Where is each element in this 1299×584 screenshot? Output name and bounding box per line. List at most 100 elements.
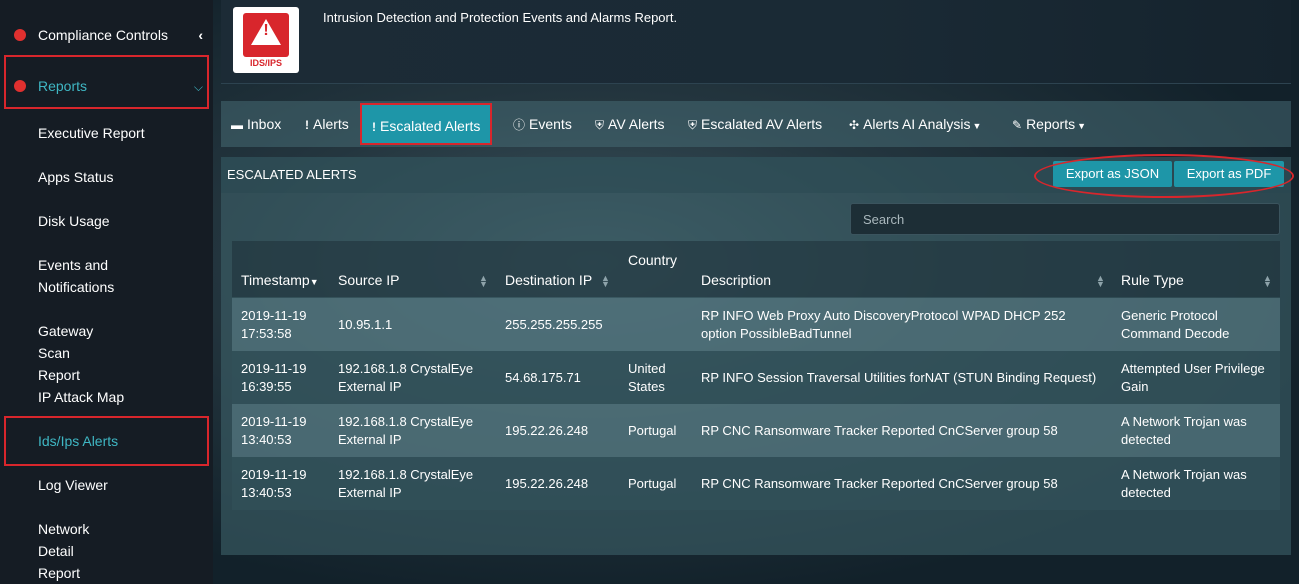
table-header: Timestamp▼ Source IP ▲ ▼ Destination IP ▲… [232,241,1280,297]
tab-av-alerts[interactable]: ⛨ AV Alerts [595,101,665,147]
cell-destination-ip: 195.22.26.248 [505,422,589,438]
sidebar-item-reports[interactable]: Reports ⌵ [0,75,213,97]
tab-inbox[interactable]: ▬ Inbox [231,101,281,147]
sidebar-item-label: Reports [38,78,88,94]
cell-rule-type: Attempted User Privilege Gain [1121,360,1265,394]
sort-icon: ▲ ▼ [1263,273,1272,289]
sidebar-item-events-notifications[interactable]: Events and Notifications [0,254,150,298]
sidebar-item-compliance-controls[interactable]: Compliance Controls ‹ [0,24,213,46]
report-header: ! IDS/IPS Intrusion Detection and Protec… [221,0,1291,84]
tab-label: Escalated Alerts [380,118,481,134]
sidebar-item-network-detail-report[interactable]: Network Detail Report [0,518,140,584]
sidebar-item-disk-usage[interactable]: Disk Usage [0,210,213,232]
cell-rule-type: A Network Trojan was detected [1121,413,1247,447]
cell-destination-ip: 54.68.175.71 [505,369,581,385]
caret-down-icon: ▼ [972,121,982,131]
cell-country: United States [628,360,666,394]
col-source-ip[interactable]: Source IP [338,271,399,289]
sidebar-item-log-viewer[interactable]: Log Viewer [0,474,213,496]
cell-source-ip: 192.168.1.8 CrystalEye External IP [338,466,474,500]
warning-triangle-icon: ! [243,13,289,57]
cell-timestamp: 2019-11-19 13:40:53 [241,413,307,447]
sidebar-item-label: Executive Report [38,125,145,141]
panel-header: ESCALATED ALERTS Export as JSON Export a… [221,154,1294,198]
ids-ips-logo: ! IDS/IPS [233,7,299,73]
column-label: Rule Type [1121,272,1184,288]
sidebar-item-ip-attack-map[interactable]: IP Attack Map [0,386,213,408]
col-destination-ip[interactable]: Destination IP [505,271,592,289]
sidebar-item-executive-report[interactable]: Executive Report [0,122,213,144]
info-circle-icon: ⓘ [513,118,526,132]
cell-destination-ip: 195.22.26.248 [505,475,589,491]
column-label: Timestamp [241,272,310,288]
tab-alerts-ai-analysis[interactable]: ✣ Alerts AI Analysis ▼ [849,101,981,147]
compliance-icon [14,29,26,41]
sidebar-item-label: Disk Usage [38,213,110,229]
tab-alerts[interactable]: ! Alerts [305,101,349,147]
tab-label: Alerts [313,116,349,132]
sort-icon: ▲ ▼ [1096,273,1105,289]
column-label: Source IP [338,272,400,288]
col-timestamp[interactable]: Timestamp▼ [241,271,319,291]
sidebar-item-apps-status[interactable]: Apps Status [0,166,213,188]
col-country[interactable]: Country [628,251,677,269]
sidebar-item-label: Apps Status [38,169,114,185]
pie-chart-icon [14,80,26,92]
main-area: ! IDS/IPS Intrusion Detection and Protec… [213,0,1299,584]
shield-icon: ⛨ [595,118,605,132]
chevron-down-icon: ⌵ [193,80,203,94]
cell-country: Portugal [628,475,677,491]
tab-escalated-alerts[interactable]: ! Escalated Alerts [360,103,493,145]
cell-description: RP CNC Ransomware Tracker Reported CnCSe… [701,422,1058,438]
sort-icon: ▲ ▼ [479,273,488,289]
cell-description: RP INFO Session Traversal Utilities forN… [701,369,1097,385]
sidebar-item-label: Compliance Controls [38,27,168,43]
sidebar-item-label: Log Viewer [38,477,108,493]
cell-source-ip: 192.168.1.8 CrystalEye External IP [338,413,474,447]
logo-label: IDS/IPS [249,58,282,68]
col-description[interactable]: Description [701,271,771,289]
chevron-left-icon: ‹ [198,27,203,43]
cell-country: Portugal [628,422,677,438]
table-row[interactable]: 2019-11-19 13:40:53 192.168.1.8 CrystalEy… [232,457,1280,510]
sidebar-item-ids-ips-alerts[interactable]: Ids/Ips Alerts [0,430,213,452]
cell-source-ip: 10.95.1.1 [338,316,393,332]
search-input[interactable] [850,203,1280,235]
tab-reports[interactable]: ✎ Reports ▼ [1012,101,1086,147]
tab-label: Reports [1026,116,1076,132]
tab-label: Inbox [247,116,282,132]
table-row[interactable]: 2019-11-19 16:39:55 192.168.1.8 CrystalEy… [232,351,1280,404]
tab-escalated-av-alerts[interactable]: ⛨ Escalated AV Alerts [688,101,822,147]
sidebar-item-label: IP Attack Map [38,389,125,405]
cell-description: RP INFO Web Proxy Auto DiscoveryProtocol… [701,307,1066,341]
tab-label: Escalated AV Alerts [701,116,823,132]
sidebar: Compliance Controls ‹ Reports ⌵ Executiv… [0,0,213,584]
exclamation-icon: ! [305,118,309,132]
tab-label: Alerts AI Analysis [863,116,971,132]
shield-icon: ⛨ [688,118,698,132]
table-row[interactable]: 2019-11-19 13:40:53 192.168.1.8 CrystalEy… [232,404,1280,457]
cell-rule-type: A Network Trojan was detected [1121,466,1247,500]
sort-desc-icon: ▼ [309,277,319,287]
cell-timestamp: 2019-11-19 13:40:53 [241,466,307,500]
sidebar-item-label: Events and Notifications [38,257,115,295]
table-row[interactable]: 2019-11-19 17:53:58 10.95.1.1 255.255.255… [232,298,1280,351]
tab-events[interactable]: ⓘ Events [513,101,572,147]
sidebar-item-label: Ids/Ips Alerts [38,433,119,449]
column-label: Country [628,252,678,268]
cell-timestamp: 2019-11-19 17:53:58 [241,307,307,341]
escalated-alerts-panel: ESCALATED ALERTS Export as JSON Export a… [221,154,1294,555]
export-json-button[interactable]: Export as JSON [1053,161,1172,187]
panel-title: ESCALATED ALERTS [227,167,357,182]
inbox-icon: ▬ [231,118,243,132]
ai-icon: ✣ [849,118,860,132]
cell-source-ip: 192.168.1.8 CrystalEye External IP [338,360,474,394]
exclamation-icon: ! [372,120,376,134]
col-rule-type[interactable]: Rule Type [1121,271,1184,289]
cell-destination-ip: 255.255.255.255 [505,316,603,332]
cell-timestamp: 2019-11-19 16:39:55 [241,360,307,394]
tab-label: Events [529,116,572,132]
export-pdf-button[interactable]: Export as PDF [1174,161,1284,187]
sidebar-item-gateway-scan-report[interactable]: Gateway Scan Report [0,320,140,386]
cell-rule-type: Generic Protocol Command Decode [1121,307,1230,341]
